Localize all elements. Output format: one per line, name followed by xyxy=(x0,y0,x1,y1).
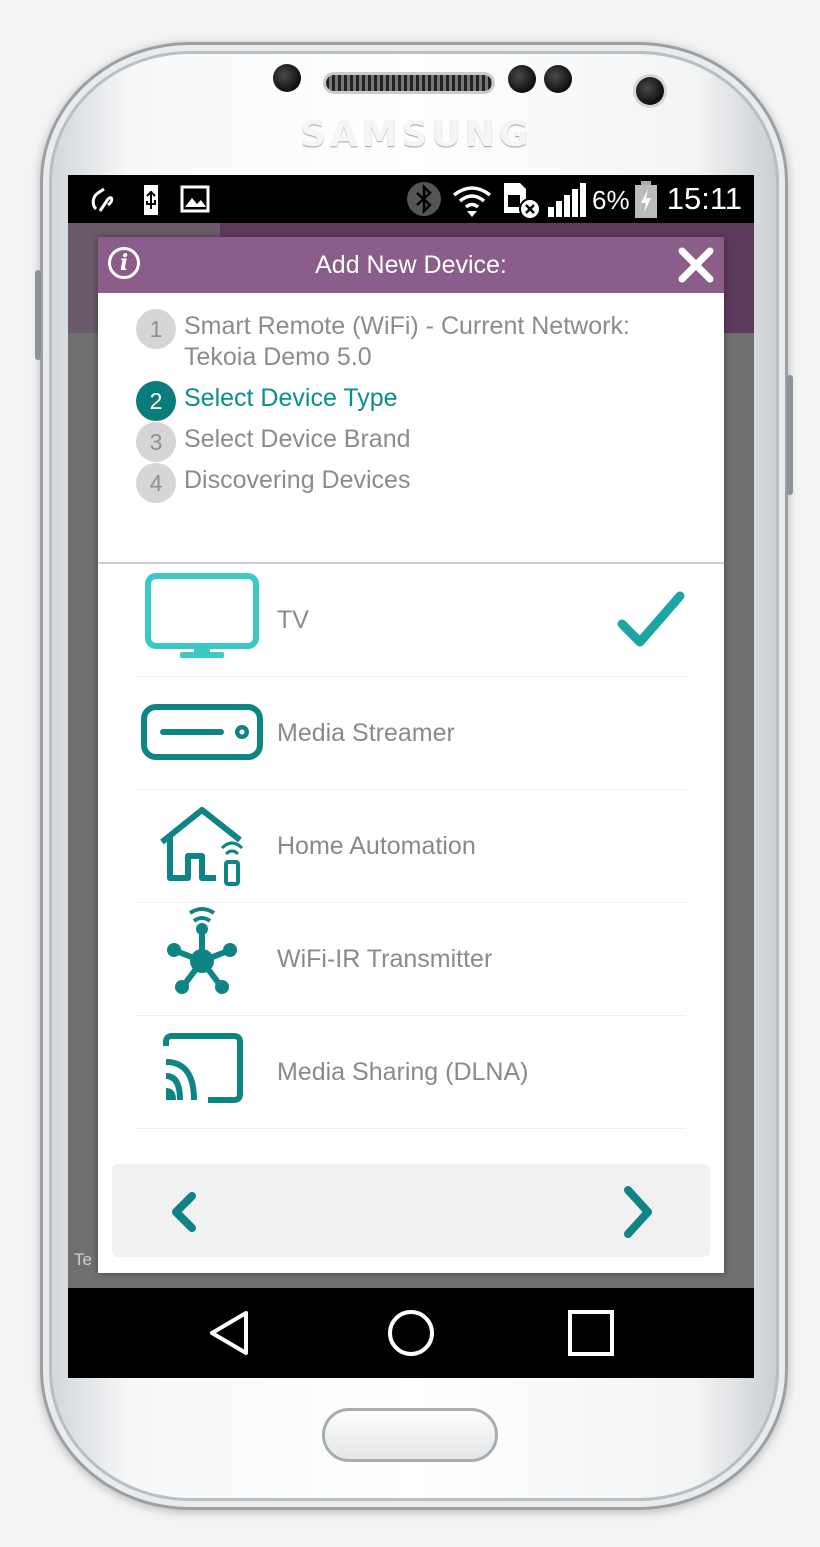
front-sensor xyxy=(273,64,301,92)
dialog-header: Add New Device: i xyxy=(98,237,724,293)
device-type-tv[interactable]: TV xyxy=(136,564,686,677)
device-type-label: Media Streamer xyxy=(277,719,455,747)
home-automation-icon xyxy=(160,807,244,886)
device-type-list: TV Media Streamer Home Automation WiFi-I… xyxy=(136,564,686,1129)
device-type-label: Media Sharing (DLNA) xyxy=(277,1058,529,1086)
wizard-step-3: 3 Select Device Brand xyxy=(136,422,696,462)
nfc-icon xyxy=(91,187,114,212)
sim-error-icon xyxy=(504,183,541,219)
chevron-left-icon xyxy=(172,1192,196,1232)
proximity-sensor xyxy=(508,65,536,93)
step-number: 4 xyxy=(136,463,176,503)
background-text: Te xyxy=(74,1250,92,1269)
screen: 6% 15:11 Te Add New Device: i 1 Smart Re… xyxy=(68,175,754,1378)
home-icon[interactable] xyxy=(386,1308,436,1358)
clock: 15:11 xyxy=(666,181,742,216)
device-type-label: TV xyxy=(277,606,309,634)
volume-button xyxy=(35,270,41,360)
device-type-wifi-ir-transmitter[interactable]: WiFi-IR Transmitter xyxy=(136,903,686,1016)
info-icon: i xyxy=(119,250,129,276)
step-label: Smart Remote (WiFi) - Current Network: T… xyxy=(184,312,630,371)
previous-button[interactable] xyxy=(164,1190,204,1234)
wizard-step-2: 2 Select Device Type xyxy=(136,381,696,421)
power-button xyxy=(787,375,793,495)
step-label: Discovering Devices xyxy=(184,466,411,494)
usb-icon xyxy=(144,185,158,215)
status-bar: 6% 15:11 xyxy=(68,175,754,223)
wizard-step-1: 1 Smart Remote (WiFi) - Current Network:… xyxy=(136,309,696,373)
step-label: Select Device Type xyxy=(184,384,398,412)
close-icon xyxy=(678,247,714,283)
light-sensor xyxy=(544,65,572,93)
media-streamer-icon xyxy=(141,704,263,760)
step-number: 1 xyxy=(136,309,176,349)
checkmark-icon xyxy=(617,591,685,647)
brand-logo: SAMSUNG xyxy=(300,114,533,155)
device-type-label: WiFi-IR Transmitter xyxy=(277,945,493,973)
front-camera xyxy=(636,77,664,105)
wifi-icon xyxy=(452,186,492,217)
signal-icon xyxy=(548,183,586,217)
wizard-steps: 1 Smart Remote (WiFi) - Current Network:… xyxy=(136,309,696,506)
device-type-media-sharing[interactable]: Media Sharing (DLNA) xyxy=(136,1016,686,1129)
step-number: 2 xyxy=(136,381,176,421)
wifi-ir-transmitter-icon xyxy=(167,907,237,994)
bluetooth-icon xyxy=(407,182,441,216)
battery-percent: 6% xyxy=(592,185,630,215)
dialog-title: Add New Device: xyxy=(315,251,507,279)
cast-icon xyxy=(163,1033,243,1103)
back-icon[interactable] xyxy=(206,1308,256,1358)
earpiece xyxy=(323,72,495,94)
info-button[interactable]: i xyxy=(108,247,140,279)
recents-icon[interactable] xyxy=(566,1308,616,1358)
tv-icon xyxy=(145,573,259,658)
wizard-navigation xyxy=(112,1164,710,1257)
device-type-media-streamer[interactable]: Media Streamer xyxy=(136,677,686,790)
close-button[interactable] xyxy=(676,245,716,285)
device-type-home-automation[interactable]: Home Automation xyxy=(136,790,686,903)
next-button[interactable] xyxy=(618,1184,658,1240)
chevron-right-icon xyxy=(624,1186,652,1238)
home-key[interactable] xyxy=(322,1408,498,1462)
image-icon xyxy=(180,185,210,213)
device-type-label: Home Automation xyxy=(277,832,476,860)
battery-icon xyxy=(635,181,657,218)
add-device-dialog: Add New Device: i 1 Smart Remote (WiFi) … xyxy=(98,237,724,1273)
wizard-step-4: 4 Discovering Devices xyxy=(136,463,696,503)
step-label: Select Device Brand xyxy=(184,425,411,453)
step-number: 3 xyxy=(136,422,176,462)
navigation-bar xyxy=(68,1288,754,1378)
